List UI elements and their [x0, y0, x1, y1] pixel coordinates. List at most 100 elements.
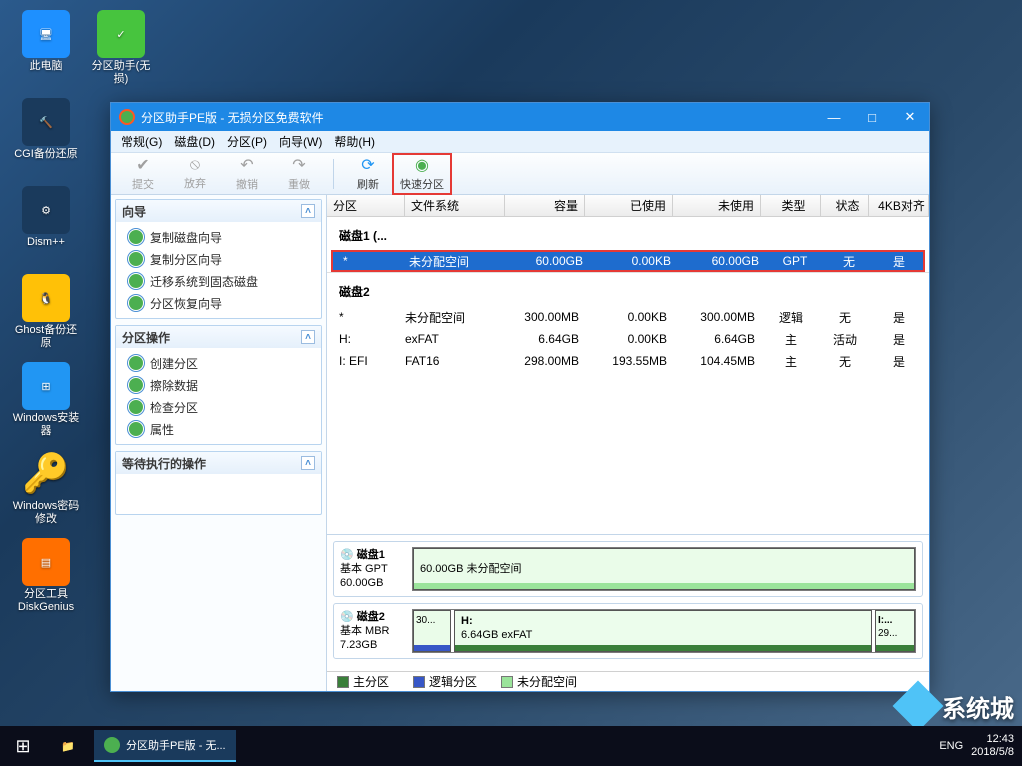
discard-button[interactable]: ⦸ 放弃	[169, 155, 221, 193]
segment-logical[interactable]: 30...	[413, 610, 451, 652]
col-type[interactable]: 类型	[761, 195, 821, 216]
desktop-icon-this-pc[interactable]: 🖥 此电脑	[10, 10, 82, 92]
col-4k-align[interactable]: 4KB对齐	[869, 195, 929, 216]
tray-lang[interactable]: ENG	[939, 740, 963, 752]
window-title: 分区助手PE版 - 无损分区免费软件	[141, 109, 324, 126]
menu-wizard[interactable]: 向导(W)	[273, 131, 328, 152]
desktop-icon-win-installer[interactable]: ⊞ Windows安装器	[10, 362, 82, 444]
partition-list-header: 分区 文件系统 容量 已使用 未使用 类型 状态 4KB对齐	[327, 195, 929, 217]
desktop-icon-ghost[interactable]: 🐧 Ghost备份还原	[10, 274, 82, 356]
redo-icon: ↷	[292, 155, 305, 175]
menu-disk[interactable]: 磁盘(D)	[168, 131, 221, 152]
legend-logical-icon	[413, 676, 425, 688]
toolbar-separator	[333, 159, 334, 189]
panel-wizard-header[interactable]: 向导 ˄	[116, 200, 321, 222]
desktop-icons: 🖥 此电脑 ✓ 分区助手(无损) 🔨 CGI备份还原 ⚙ Dism++ 🐧 Gh…	[10, 10, 90, 626]
penguin-icon: 🐧	[22, 274, 70, 322]
op-icon	[128, 421, 144, 437]
col-used[interactable]: 已使用	[585, 195, 673, 216]
quick-partition-button[interactable]: ◉ 快速分区	[396, 155, 448, 193]
op-properties[interactable]: 属性	[116, 418, 321, 440]
legend: 主分区 逻辑分区 未分配空间	[327, 671, 929, 691]
commit-button[interactable]: ✔ 提交	[117, 155, 169, 193]
wizard-icon	[128, 295, 144, 311]
menu-partition[interactable]: 分区(P)	[221, 131, 273, 152]
desktop-icon-cgi[interactable]: 🔨 CGI备份还原	[10, 98, 82, 180]
collapse-icon[interactable]: ˄	[301, 330, 315, 344]
menubar: 常规(G) 磁盘(D) 分区(P) 向导(W) 帮助(H)	[111, 131, 929, 153]
collapse-icon[interactable]: ˄	[301, 204, 315, 218]
op-icon	[128, 355, 144, 371]
minimize-button[interactable]: —	[815, 103, 853, 131]
table-row[interactable]: * 未分配空间 300.00MB 0.00KB 300.00MB 逻辑 无 是	[327, 306, 929, 328]
desktop-icon-dism[interactable]: ⚙ Dism++	[10, 186, 82, 268]
col-free[interactable]: 未使用	[673, 195, 761, 216]
disk-map-2[interactable]: 💿 磁盘2 基本 MBR 7.23GB 30... H: 6.64GB ex	[333, 603, 923, 659]
segment-i[interactable]: I:... 29...	[875, 610, 915, 652]
disk2-header[interactable]: 磁盘2	[327, 272, 929, 306]
refresh-icon: ⟳	[361, 155, 374, 175]
op-icon	[128, 399, 144, 415]
menu-general[interactable]: 常规(G)	[115, 131, 168, 152]
hammer-icon: 🔨	[22, 98, 70, 146]
menu-help[interactable]: 帮助(H)	[328, 131, 381, 152]
disk-map-1[interactable]: 💿 磁盘1 基本 GPT 60.00GB 60.00GB 未分配空间	[333, 541, 923, 597]
monitor-icon: 🖥	[22, 10, 70, 58]
op-create-partition[interactable]: 创建分区	[116, 352, 321, 374]
table-row[interactable]: H: exFAT 6.64GB 0.00KB 6.64GB 主 活动 是	[327, 328, 929, 350]
col-partition[interactable]: 分区	[327, 195, 405, 216]
taskbar: ⊞ 📁 分区助手PE版 - 无... ENG 12:43 2018/5/8	[0, 726, 1022, 766]
watermark-logo-icon	[893, 681, 944, 732]
titlebar[interactable]: 分区助手PE版 - 无损分区免费软件 — □ ✕	[111, 103, 929, 131]
toolbar: ✔ 提交 ⦸ 放弃 ↶ 撤销 ↷ 重做 ⟳ 刷新 ◉ 快速分区	[111, 153, 929, 195]
panel-wizard: 向导 ˄ 复制磁盘向导 复制分区向导 迁移系统到固态磁盘 分区恢复向导	[115, 199, 322, 319]
quick-partition-highlight: ◉ 快速分区	[392, 153, 452, 195]
app-icon	[119, 109, 135, 125]
refresh-button[interactable]: ⟳ 刷新	[342, 155, 394, 193]
undo-button[interactable]: ↶ 撤销	[221, 155, 273, 193]
disk-icon: ▤	[22, 538, 70, 586]
desktop-icon-diskgenius[interactable]: ▤ 分区工具DiskGenius	[10, 538, 82, 620]
system-tray: ENG 12:43 2018/5/8	[939, 733, 1022, 759]
wizard-migrate-ssd[interactable]: 迁移系统到固态磁盘	[116, 270, 321, 292]
legend-primary-icon	[337, 676, 349, 688]
wizard-recover-partition[interactable]: 分区恢复向导	[116, 292, 321, 314]
start-button[interactable]: ⊞	[0, 726, 46, 766]
wizard-icon	[128, 251, 144, 267]
wizard-copy-disk[interactable]: 复制磁盘向导	[116, 226, 321, 248]
main-content: 分区 文件系统 容量 已使用 未使用 类型 状态 4KB对齐 磁盘1 (... …	[327, 195, 929, 691]
key-icon: 🔑	[22, 450, 70, 498]
segment-h[interactable]: H: 6.64GB exFAT	[454, 610, 872, 652]
col-filesystem[interactable]: 文件系统	[405, 195, 505, 216]
quick-partition-icon: ◉	[415, 155, 429, 175]
panel-ops-header[interactable]: 分区操作 ˄	[116, 326, 321, 348]
panel-pending: 等待执行的操作 ˄	[115, 451, 322, 515]
wizard-copy-partition[interactable]: 复制分区向导	[116, 248, 321, 270]
taskbar-task[interactable]: 分区助手PE版 - 无...	[94, 730, 236, 762]
desktop-icon-win-password[interactable]: 🔑 Windows密码修改	[10, 450, 82, 532]
taskbar-explorer[interactable]: 📁	[46, 726, 90, 766]
desktop-icon-partition-assistant[interactable]: ✓ 分区助手(无损)	[85, 10, 157, 92]
maximize-button[interactable]: □	[853, 103, 891, 131]
panel-ops: 分区操作 ˄ 创建分区 擦除数据 检查分区 属性	[115, 325, 322, 445]
disk1-header[interactable]: 磁盘1 (...	[327, 217, 929, 250]
col-status[interactable]: 状态	[821, 195, 869, 216]
redo-button[interactable]: ↷ 重做	[273, 155, 325, 193]
table-row[interactable]: I: EFI FAT16 298.00MB 193.55MB 104.45MB …	[327, 350, 929, 372]
op-icon	[128, 377, 144, 393]
tray-clock[interactable]: 12:43 2018/5/8	[971, 733, 1014, 759]
segment-unallocated[interactable]: 60.00GB 未分配空间	[413, 548, 915, 590]
watermark: 系统城	[900, 688, 1014, 724]
windows-icon: ⊞	[22, 362, 70, 410]
col-capacity[interactable]: 容量	[505, 195, 585, 216]
op-check-partition[interactable]: 检查分区	[116, 396, 321, 418]
wizard-icon	[128, 273, 144, 289]
panel-pending-header[interactable]: 等待执行的操作 ˄	[116, 452, 321, 474]
collapse-icon[interactable]: ˄	[301, 456, 315, 470]
close-button[interactable]: ✕	[891, 103, 929, 131]
legend-unallocated-icon	[501, 676, 513, 688]
stop-icon: ⦸	[190, 156, 200, 174]
disk-maps: 💿 磁盘1 基本 GPT 60.00GB 60.00GB 未分配空间 💿 磁盘2	[327, 534, 929, 671]
table-row[interactable]: * 未分配空间 60.00GB 0.00KB 60.00GB GPT 无 是	[331, 250, 925, 272]
op-wipe-data[interactable]: 擦除数据	[116, 374, 321, 396]
